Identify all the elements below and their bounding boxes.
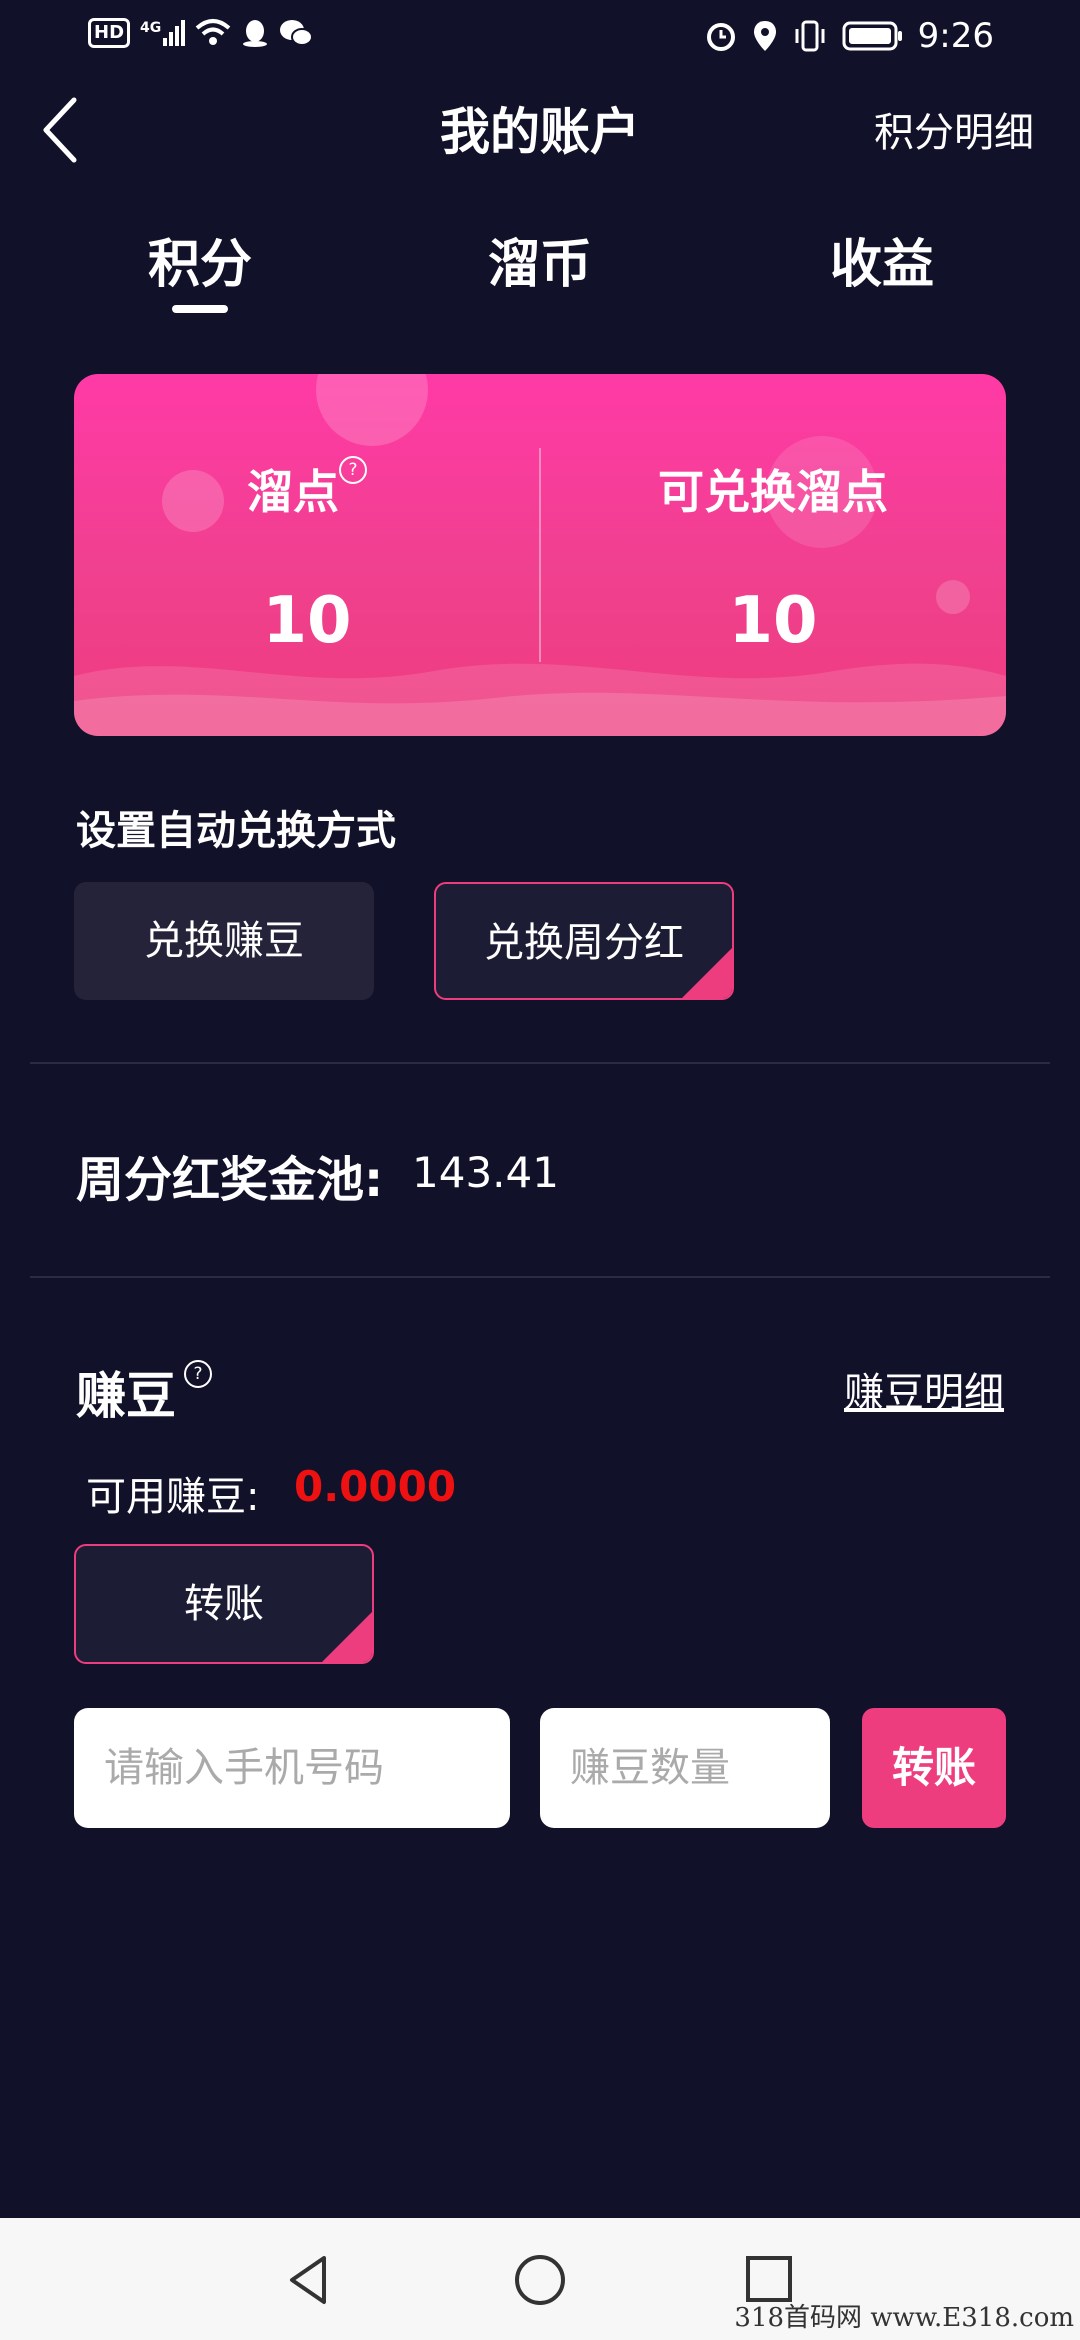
points-detail-link[interactable]: 积分明细 (874, 100, 1034, 158)
section-divider (30, 1062, 1050, 1064)
watermark: 318首码网 www.E318.com (734, 2303, 1074, 2333)
bonus-pool-label: 周分红奖金池: (76, 1152, 384, 1208)
transfer-tab[interactable]: 转账 (74, 1544, 374, 1664)
help-icon[interactable]: ? (339, 456, 367, 484)
beans-detail-link[interactable]: 赚豆明细 (844, 1360, 1004, 1418)
help-icon[interactable]: ? (184, 1360, 212, 1388)
auto-exchange-label: 设置自动兑换方式 (76, 808, 396, 854)
tab-active-indicator (172, 305, 228, 313)
qq-icon (243, 20, 268, 47)
available-beans-label: 可用赚豆: (86, 1474, 260, 1520)
wechat-icon (280, 20, 314, 46)
exchange-beans-option[interactable]: 兑换赚豆 (74, 882, 374, 1000)
status-time: 9:26 (917, 16, 994, 56)
bonus-pool-value: 143.41 (412, 1148, 559, 1197)
exchangeable-liudian-value: 10 (728, 584, 818, 658)
bean-amount-input[interactable] (540, 1708, 830, 1828)
tab-earnings[interactable]: 收益 (762, 222, 1002, 297)
tab-points[interactable]: 积分 (80, 222, 320, 297)
liudian-value: 10 (262, 584, 352, 658)
hd-icon: HD (88, 18, 131, 48)
battery-icon (842, 21, 902, 51)
status-bar: HD 4G 9:26 (0, 0, 1080, 80)
exchangeable-liudian-label: 可兑换溜点 (658, 465, 888, 519)
tab-coins[interactable]: 溜币 (420, 222, 660, 297)
points-card: 溜点? 10 可兑换溜点 10 (74, 374, 1006, 736)
exchange-weekly-dividend-option[interactable]: 兑换周分红 (434, 882, 734, 1000)
nav-home-icon[interactable] (512, 2252, 568, 2308)
liudian-label: 溜点? (74, 456, 540, 522)
wifi-icon (195, 19, 231, 45)
alarm-icon (706, 23, 735, 51)
beans-title: 赚豆 (76, 1367, 176, 1425)
phone-number-input[interactable] (74, 1708, 510, 1828)
selected-corner-marker (682, 948, 732, 998)
selected-corner-marker (322, 1612, 372, 1662)
available-beans-value: 0.0000 (294, 1462, 457, 1511)
system-nav-bar: 318首码网 www.E318.com (0, 2218, 1080, 2340)
nav-back-icon[interactable] (284, 2254, 334, 2306)
section-divider (30, 1276, 1050, 1278)
signal-icon: 4G (140, 20, 186, 46)
transfer-button[interactable]: 转账 (862, 1708, 1006, 1828)
vibrate-icon (795, 20, 825, 52)
location-icon (753, 21, 776, 51)
